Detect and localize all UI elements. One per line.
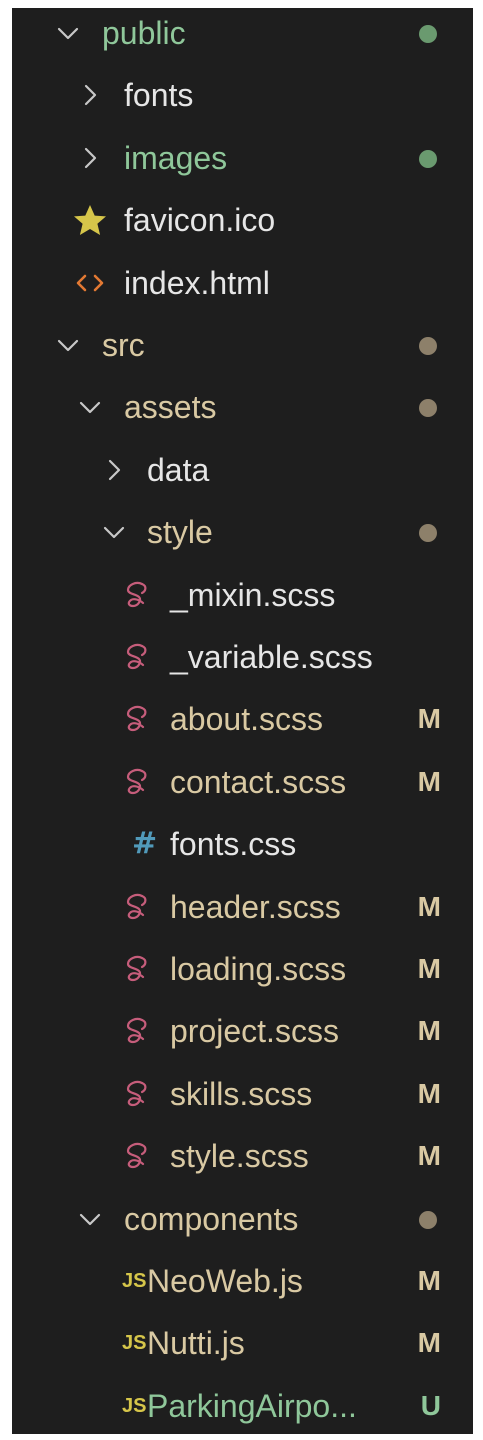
git-status-dot [419,1210,437,1229]
file-fonts-css[interactable]: # fonts.css [12,813,473,875]
folder-label: components [124,1200,299,1237]
git-status-dot [419,524,437,543]
file-label: skills.scss [170,1075,313,1112]
file-project-scss[interactable]: project.scss M [12,1000,473,1062]
chevron-right-icon[interactable] [74,127,106,189]
chevron-down-icon[interactable] [52,8,84,64]
sass-icon [120,1000,156,1062]
file-nutti-js[interactable]: JS Nutti.js M [12,1312,473,1374]
folder-components[interactable]: components [12,1188,473,1250]
folder-label: images [124,139,228,176]
modified-badge: M [417,1077,441,1109]
js-icon: JS [122,1270,147,1292]
file-explorer-tree: public fonts images favicon.ico index.html sr… [12,8,473,1434]
chevron-down-icon[interactable] [52,314,84,376]
file-label: fonts.css [170,826,297,863]
sass-icon [120,626,156,688]
modified-badge: M [417,703,441,735]
folder-images[interactable]: images [12,127,473,189]
file-label: ParkingAirpo... [147,1387,357,1424]
untracked-badge: U [420,1389,441,1421]
modified-badge: M [417,890,441,922]
file-label: contact.scss [170,763,347,800]
file-label: Nutti.js [147,1325,245,1362]
folder-label: data [147,451,210,488]
css-icon: # [132,826,158,862]
folder-src[interactable]: src [12,314,473,376]
sass-icon [120,1125,156,1187]
folder-fonts[interactable]: fonts [12,64,473,126]
file-label: _variable.scss [170,639,373,675]
file-neoweb-js[interactable]: JS NeoWeb.js M [12,1250,473,1312]
sass-icon [120,688,156,750]
folder-label: style [147,514,213,551]
file-label: about.scss [170,701,323,738]
sass-icon [120,1063,156,1125]
git-status-dot [419,25,437,43]
folder-label: assets [124,389,217,426]
folder-data[interactable]: data [12,439,473,501]
folder-public[interactable]: public [12,8,473,64]
file-about-scss[interactable]: about.scss M [12,688,473,750]
modified-badge: M [417,1327,441,1359]
folder-label: fonts [124,77,194,114]
sass-icon [120,876,156,938]
file-label: favicon.ico [124,202,276,239]
file-variable-scss[interactable]: _variable.scss [12,626,473,688]
star-icon [72,189,108,251]
js-icon: JS [122,1332,147,1355]
folder-label: public [102,15,186,51]
modified-badge: M [417,953,441,984]
folder-style[interactable]: style [12,501,473,563]
file-contact-scss[interactable]: contact.scss M [12,751,473,813]
sass-icon [120,938,156,1000]
file-parkingairpo[interactable]: JS ParkingAirpo... U [12,1375,473,1434]
js-icon: JS [122,1394,147,1417]
file-label: index.html [124,264,270,301]
file-header-scss[interactable]: header.scss M [12,876,473,938]
modified-badge: M [417,1015,441,1047]
html-icon [72,252,108,314]
file-mixin-scss[interactable]: _mixin.scss [12,564,473,626]
file-favicon-ico[interactable]: favicon.ico [12,189,473,251]
git-status-dot [419,399,437,418]
file-label: NeoWeb.js [147,1263,303,1299]
chevron-down-icon[interactable] [74,1188,106,1250]
git-status-dot [419,149,437,168]
file-index-html[interactable]: index.html [12,252,473,314]
chevron-right-icon[interactable] [98,439,130,501]
file-label: project.scss [170,1013,339,1050]
file-label: header.scss [170,888,341,925]
folder-assets[interactable]: assets [12,376,473,438]
sass-icon [120,751,156,813]
modified-badge: M [417,1265,441,1296]
chevron-down-icon[interactable] [98,501,130,563]
chevron-down-icon[interactable] [74,376,106,438]
sass-icon [120,564,156,626]
file-loading-scss[interactable]: loading.scss M [12,938,473,1000]
file-label: loading.scss [170,951,347,987]
chevron-right-icon[interactable] [74,64,106,126]
file-label: style.scss [170,1138,309,1175]
modified-badge: M [417,1140,441,1172]
folder-label: src [102,327,145,363]
file-skills-scss[interactable]: skills.scss M [12,1063,473,1125]
modified-badge: M [417,765,441,797]
file-style-scss[interactable]: style.scss M [12,1125,473,1187]
git-status-dot [419,337,437,355]
file-label: _mixin.scss [170,576,336,613]
